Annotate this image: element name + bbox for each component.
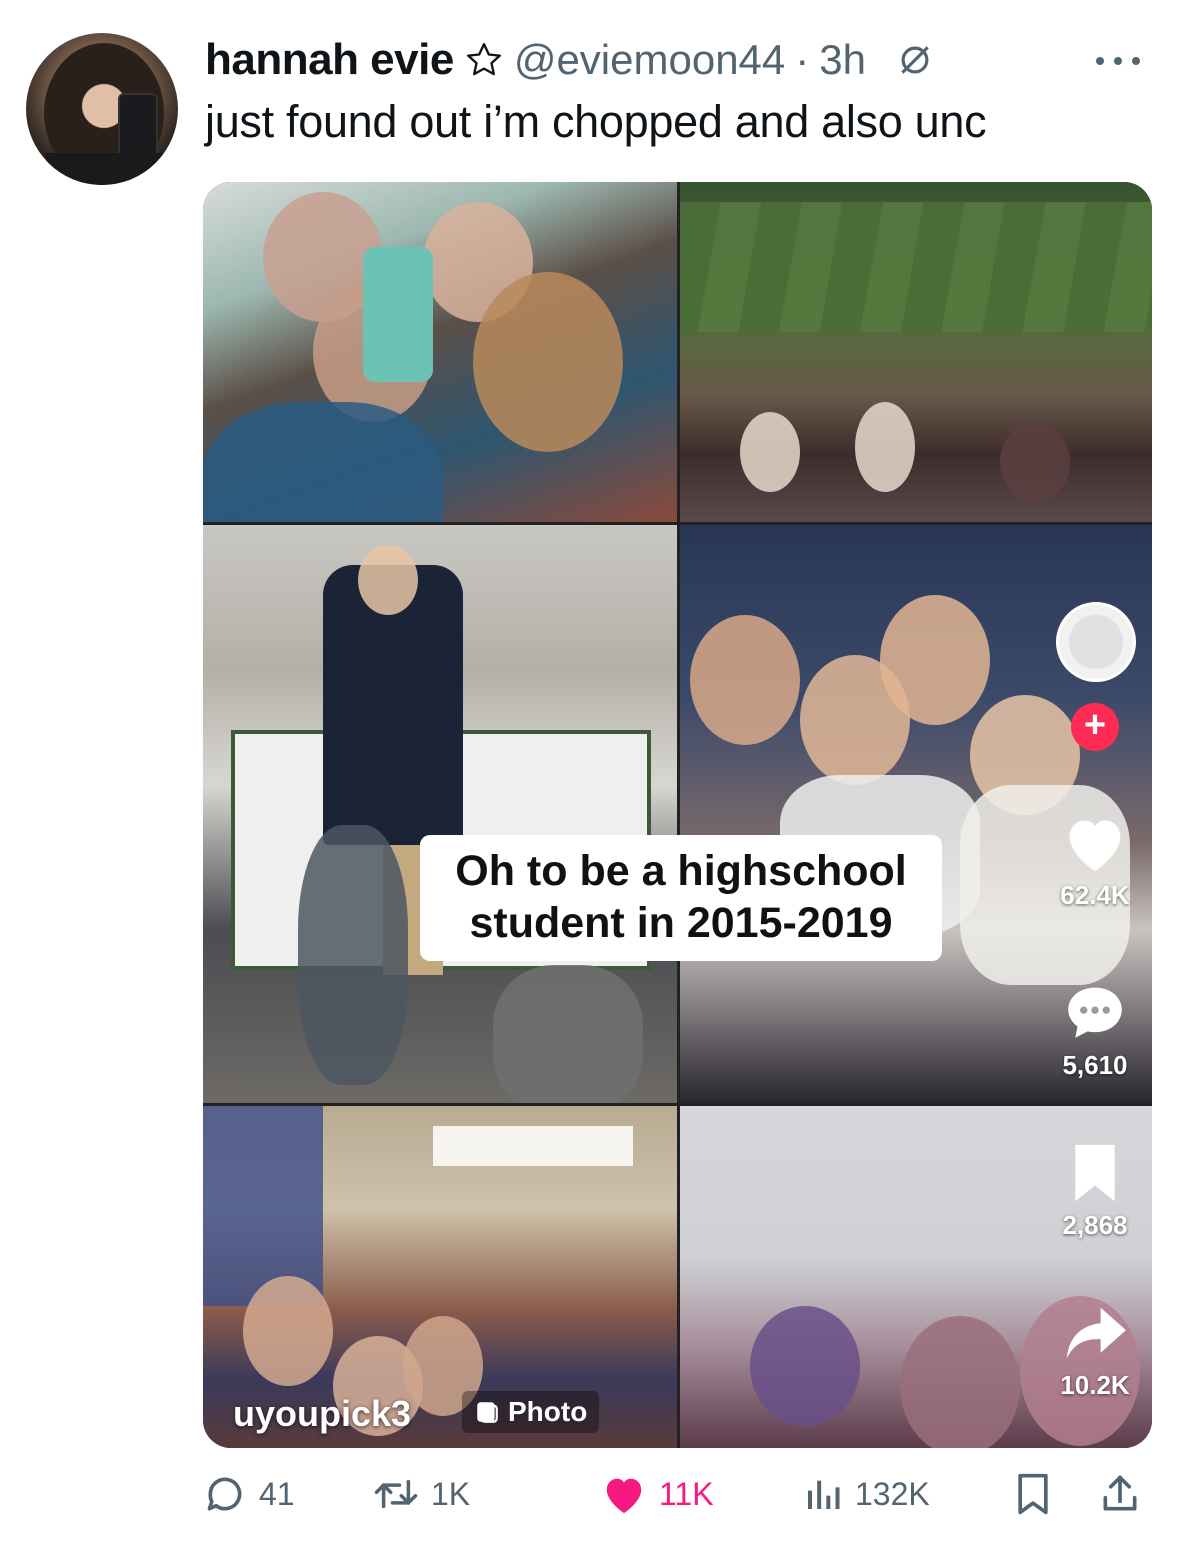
share-arrow-icon: [1066, 1307, 1126, 1359]
tiktok-save-count: 2,868: [1062, 1210, 1128, 1240]
tiktok-photo-label: Photo: [508, 1396, 588, 1427]
reply-button[interactable]: 41: [203, 1468, 295, 1520]
tiktok-profile-avatar[interactable]: [1056, 602, 1136, 682]
photo-icon: [477, 1402, 498, 1423]
timestamp[interactable]: 3h: [819, 36, 866, 84]
tweet-text: just found out i’m chopped and also unc: [205, 96, 987, 147]
tiktok-share-group[interactable]: 10.2K: [1025, 1302, 1152, 1401]
views-chart-icon: [808, 1480, 840, 1509]
views-button[interactable]: 132K: [803, 1468, 930, 1520]
photo-cell-selfie: [203, 182, 677, 522]
share-upload-icon: [1103, 1475, 1137, 1511]
grok-icon[interactable]: [896, 41, 934, 79]
repost-icon: [374, 1479, 418, 1509]
like-button[interactable]: 11K: [601, 1468, 714, 1520]
view-count: 132K: [855, 1475, 930, 1512]
tweet-header: hannah evie @eviemoon44 · 3h: [205, 34, 934, 86]
tiktok-like-group[interactable]: 62.4K: [1025, 812, 1152, 911]
share-button[interactable]: [1098, 1468, 1142, 1520]
handle[interactable]: @eviemoon44: [514, 36, 785, 84]
video-caption: Oh to be a highschool student in 2015-20…: [420, 835, 942, 961]
display-name[interactable]: hannah evie: [205, 35, 454, 85]
reply-count: 41: [259, 1475, 295, 1512]
reply-icon: [207, 1477, 242, 1511]
tiktok-share-count: 10.2K: [1060, 1370, 1130, 1400]
tiktok-photo-badge: Photo: [462, 1391, 600, 1433]
tiktok-comment-group[interactable]: 5,610: [1025, 982, 1152, 1081]
repost-count: 1K: [431, 1475, 471, 1512]
tiktok-username[interactable]: uyoupick3: [233, 1393, 411, 1435]
heart-icon: [1069, 820, 1121, 872]
bookmark-outline-icon: [1018, 1473, 1048, 1515]
heart-filled-icon: [606, 1478, 642, 1514]
avatar[interactable]: [26, 33, 178, 185]
tiktok-follow-button[interactable]: +: [1071, 703, 1119, 751]
separator-dot: ·: [795, 36, 810, 83]
photo-cell-classroom: [203, 525, 677, 1103]
like-count: 11K: [659, 1475, 714, 1512]
bookmark-icon: [1075, 1144, 1115, 1202]
tiktok-like-count: 62.4K: [1060, 880, 1130, 910]
repost-button[interactable]: 1K: [373, 1468, 470, 1520]
photo-cell-stadium: [680, 182, 1152, 522]
comment-bubble-icon: [1068, 987, 1122, 1038]
star-icon: [466, 43, 501, 76]
more-options-icon[interactable]: [1088, 46, 1148, 76]
bookmark-button[interactable]: [1013, 1468, 1053, 1520]
tweet-media[interactable]: Oh to be a highschool student in 2015-20…: [203, 182, 1152, 1448]
tiktok-save-group[interactable]: 2,868: [1025, 1142, 1152, 1241]
tiktok-comment-count: 5,610: [1062, 1050, 1128, 1080]
tweet-action-bar: 41 1K 11K 132K: [203, 1468, 1153, 1520]
